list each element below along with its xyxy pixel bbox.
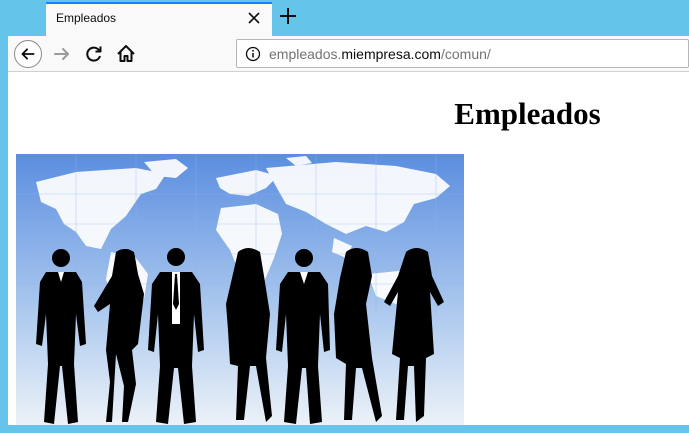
page-content: Empleados (8, 72, 689, 425)
browser-window: Empleados empleados.miempresa.com/comun/… (0, 0, 689, 433)
employees-image (16, 154, 464, 425)
url-text[interactable]: empleados.miempresa.com/comun/ (269, 46, 491, 62)
address-bar[interactable]: empleados.miempresa.com/comun/ (236, 39, 689, 68)
navigation-toolbar: empleados.miempresa.com/comun/ (8, 36, 689, 72)
url-host-prefix: empleados. (269, 46, 342, 62)
new-tab-icon[interactable] (276, 4, 300, 28)
url-path: /comun/ (440, 46, 491, 62)
active-tab[interactable]: Empleados (46, 2, 272, 36)
back-icon[interactable] (14, 40, 42, 68)
url-host: miempresa.com (341, 46, 441, 62)
forward-icon[interactable] (48, 40, 76, 68)
info-icon[interactable] (245, 46, 261, 62)
tab-title: Empleados (56, 11, 117, 25)
close-tab-icon[interactable] (244, 8, 264, 28)
reload-icon[interactable] (80, 40, 108, 68)
page-heading-text: Empleados (454, 96, 601, 131)
page-heading: Empleados (8, 96, 689, 132)
home-icon[interactable] (112, 40, 140, 68)
tab-strip: Empleados (0, 0, 689, 36)
